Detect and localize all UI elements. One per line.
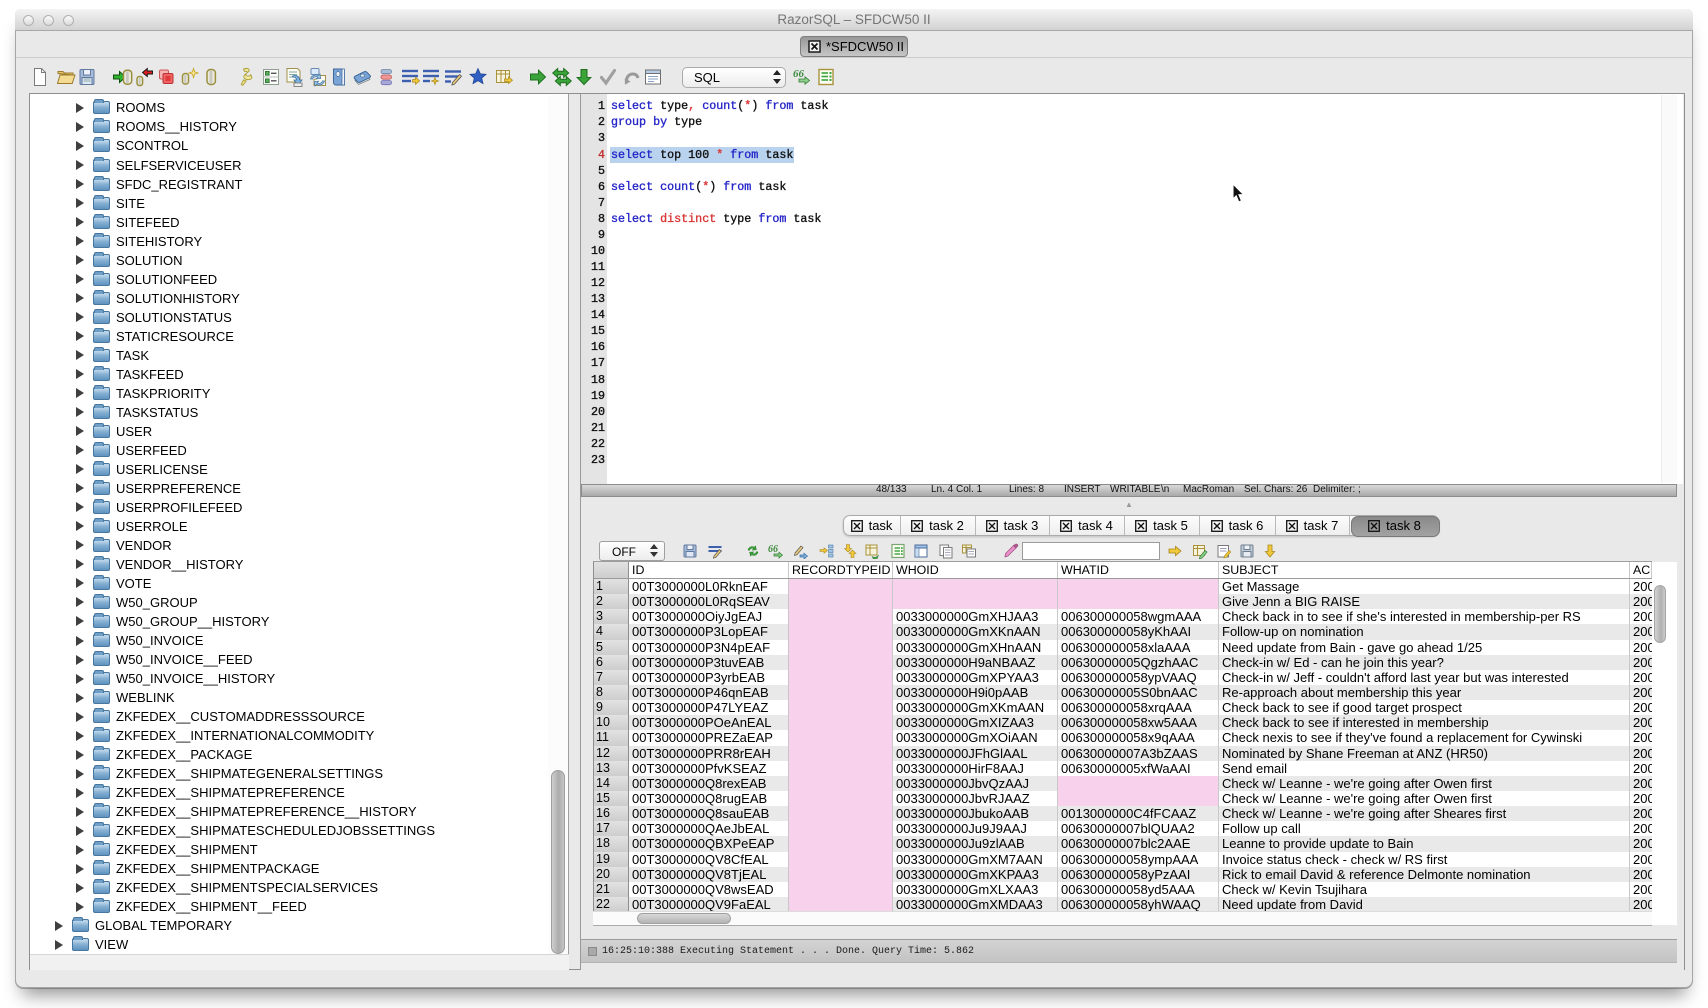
- svg-text:66: 66: [768, 544, 778, 555]
- svg-text:66: 66: [793, 68, 805, 80]
